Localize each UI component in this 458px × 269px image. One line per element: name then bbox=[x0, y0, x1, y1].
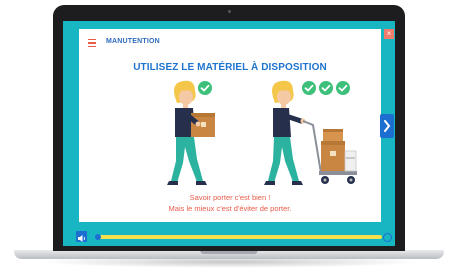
next-slide-button[interactable] bbox=[380, 114, 394, 138]
webcam-icon bbox=[228, 10, 231, 13]
caption-line-2: Mais le mieux c'est d'éviter de porter. bbox=[168, 204, 292, 213]
check-icon bbox=[336, 81, 350, 95]
check-icon bbox=[319, 81, 333, 95]
check-icon bbox=[302, 81, 316, 95]
progress-knob[interactable] bbox=[95, 234, 101, 240]
caption-line-1: Savoir porter c'est bien ! bbox=[189, 193, 271, 202]
course-player: MANUTENTION UTILISEZ LE MATÉRIEL À DISPO… bbox=[63, 21, 395, 246]
volume-button[interactable] bbox=[76, 231, 87, 242]
check-icon bbox=[198, 81, 212, 95]
progress-bar[interactable] bbox=[98, 235, 382, 239]
slide-heading: UTILISEZ LE MATÉRIEL À DISPOSITION bbox=[133, 62, 327, 73]
slide-panel: MANUTENTION UTILISEZ LE MATÉRIEL À DISPO… bbox=[79, 29, 381, 222]
close-button[interactable]: × bbox=[384, 29, 394, 39]
settings-icon[interactable] bbox=[383, 233, 392, 242]
person-carrying-box-icon bbox=[167, 80, 215, 185]
module-title: MANUTENTION bbox=[106, 38, 160, 45]
speaker-icon bbox=[78, 235, 85, 242]
player-controls bbox=[63, 228, 395, 246]
chevron-right-icon bbox=[384, 120, 391, 132]
menu-icon[interactable] bbox=[88, 39, 96, 47]
